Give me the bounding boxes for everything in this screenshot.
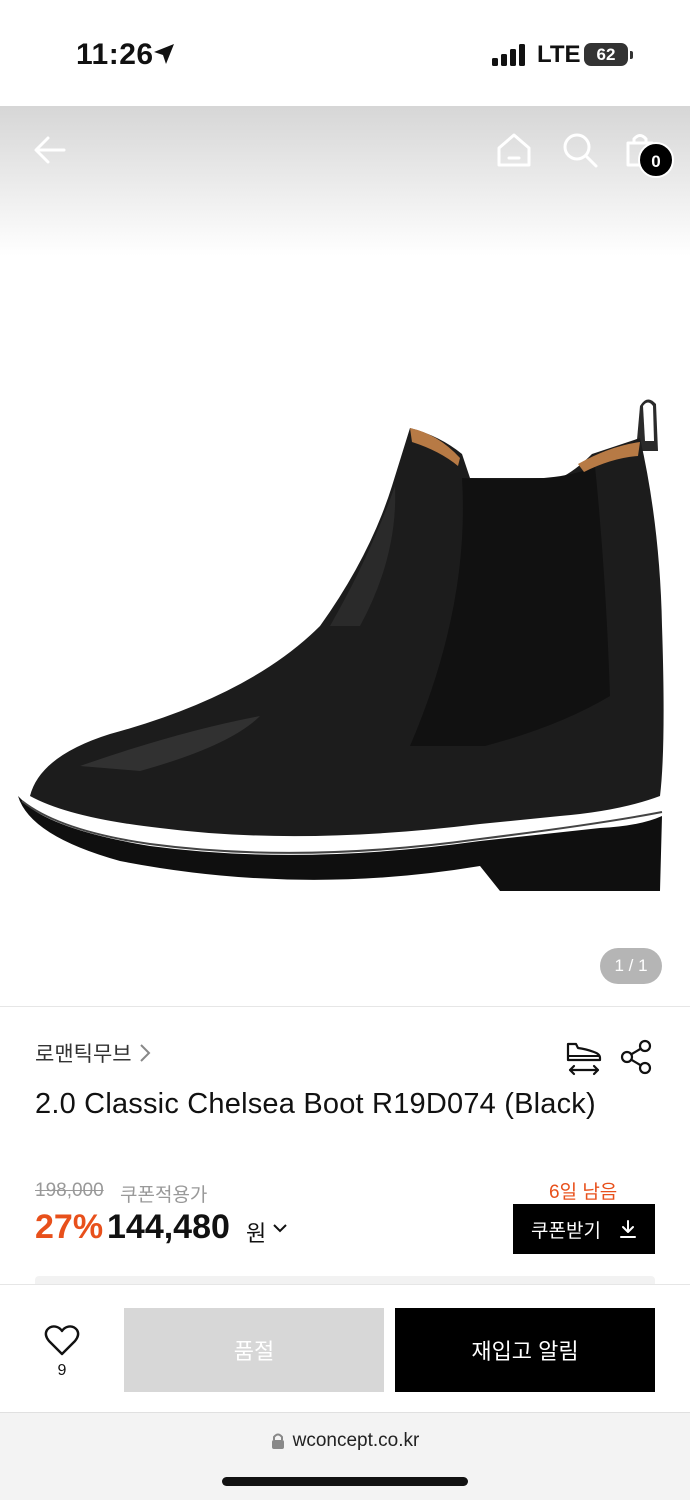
search-button[interactable] — [550, 120, 610, 180]
original-price: 198,000 — [35, 1180, 104, 1201]
sale-price: 144,480 — [107, 1208, 230, 1246]
like-count: 9 — [57, 1362, 67, 1379]
chevron-right-icon — [139, 1044, 151, 1062]
heart-icon — [44, 1325, 80, 1356]
home-indicator[interactable] — [222, 1477, 468, 1486]
home-icon — [497, 133, 531, 167]
currency-unit: 원 — [246, 1221, 267, 1246]
back-arrow-icon — [34, 136, 66, 164]
url-field[interactable]: wconcept.co.kr — [0, 1430, 690, 1452]
cart-count-badge: 0 — [638, 142, 674, 178]
home-button[interactable] — [484, 120, 544, 180]
product-gallery[interactable] — [0, 106, 690, 1006]
section-divider — [35, 1276, 655, 1284]
lock-icon — [271, 1433, 284, 1449]
divider — [0, 1006, 690, 1007]
coupon-days-left: 6일 남음 — [549, 1182, 618, 1203]
battery-icon: 62 — [584, 43, 633, 66]
brand-name: 로맨틱무브 — [35, 1043, 132, 1066]
share-button[interactable] — [615, 1036, 657, 1078]
browser-url-bar — [0, 1412, 690, 1500]
share-icon — [620, 1039, 652, 1075]
status-time: 11:26 — [76, 38, 154, 71]
chevron-down-icon[interactable] — [272, 1222, 288, 1234]
status-bar: 11:26 LTE 62 — [0, 0, 690, 106]
network-type: LTE — [537, 41, 581, 68]
back-button[interactable] — [20, 120, 80, 180]
shoe-size-icon — [566, 1042, 602, 1076]
get-coupon-button[interactable]: 쿠폰받기 — [513, 1204, 655, 1254]
restock-alert-button[interactable]: 재입고 알림 — [395, 1308, 655, 1392]
search-icon — [563, 133, 598, 168]
download-icon — [619, 1220, 636, 1238]
location-arrow-icon — [154, 44, 174, 64]
size-guide-button[interactable] — [562, 1036, 604, 1078]
signal-icon — [492, 44, 525, 66]
soldout-button: 품절 — [124, 1308, 384, 1392]
discount-rate: 27% — [35, 1208, 104, 1246]
product-image — [18, 399, 664, 891]
get-coupon-label: 쿠폰받기 — [531, 1220, 601, 1242]
coupon-price-label: 쿠폰적용가 — [120, 1185, 208, 1206]
brand-link[interactable]: 로맨틱무브 — [35, 1038, 152, 1068]
product-title: 2.0 Classic Chelsea Boot R19D074 (Black) — [35, 1088, 596, 1120]
url-text: wconcept.co.kr — [292, 1430, 420, 1451]
image-page-indicator: 1 / 1 — [600, 948, 662, 984]
